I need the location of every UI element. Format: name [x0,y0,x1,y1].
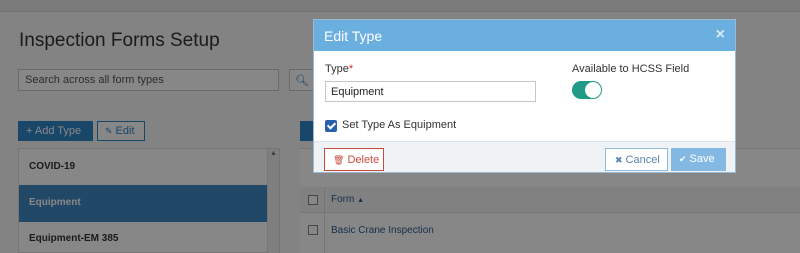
save-label: Save [689,153,715,165]
check-icon: ✔ [679,154,687,164]
delete-button[interactable]: 🗑︎ Delete [324,148,384,171]
close-icon[interactable]: × [716,26,725,44]
set-type-as-equipment-label[interactable]: Set Type As Equipment [342,119,456,131]
dialog-footer: 🗑︎ Delete ✖ Cancel ✔ Save [314,141,735,172]
hcss-field-label: Available to HCSS Field [572,63,690,75]
required-marker: * [348,63,354,75]
save-button[interactable]: ✔ Save [671,148,726,171]
type-field-label: Type* [325,63,353,75]
type-label-text: Type [325,63,349,75]
cancel-label: Cancel [625,154,660,166]
cancel-button[interactable]: ✖ Cancel [605,148,668,171]
edit-type-dialog: Edit Type × Type* Available to HCSS Fiel… [313,19,736,173]
close-x-icon: ✖ [615,155,623,165]
hcss-field-toggle[interactable] [572,81,602,99]
type-name-input[interactable] [325,81,536,102]
trash-icon: 🗑︎ [333,155,345,165]
delete-label: Delete [347,154,380,166]
toggle-knob [585,82,601,98]
set-type-as-equipment-checkbox[interactable] [325,120,337,132]
dialog-title: Edit Type [324,28,383,44]
dialog-header: Edit Type × [314,20,735,51]
